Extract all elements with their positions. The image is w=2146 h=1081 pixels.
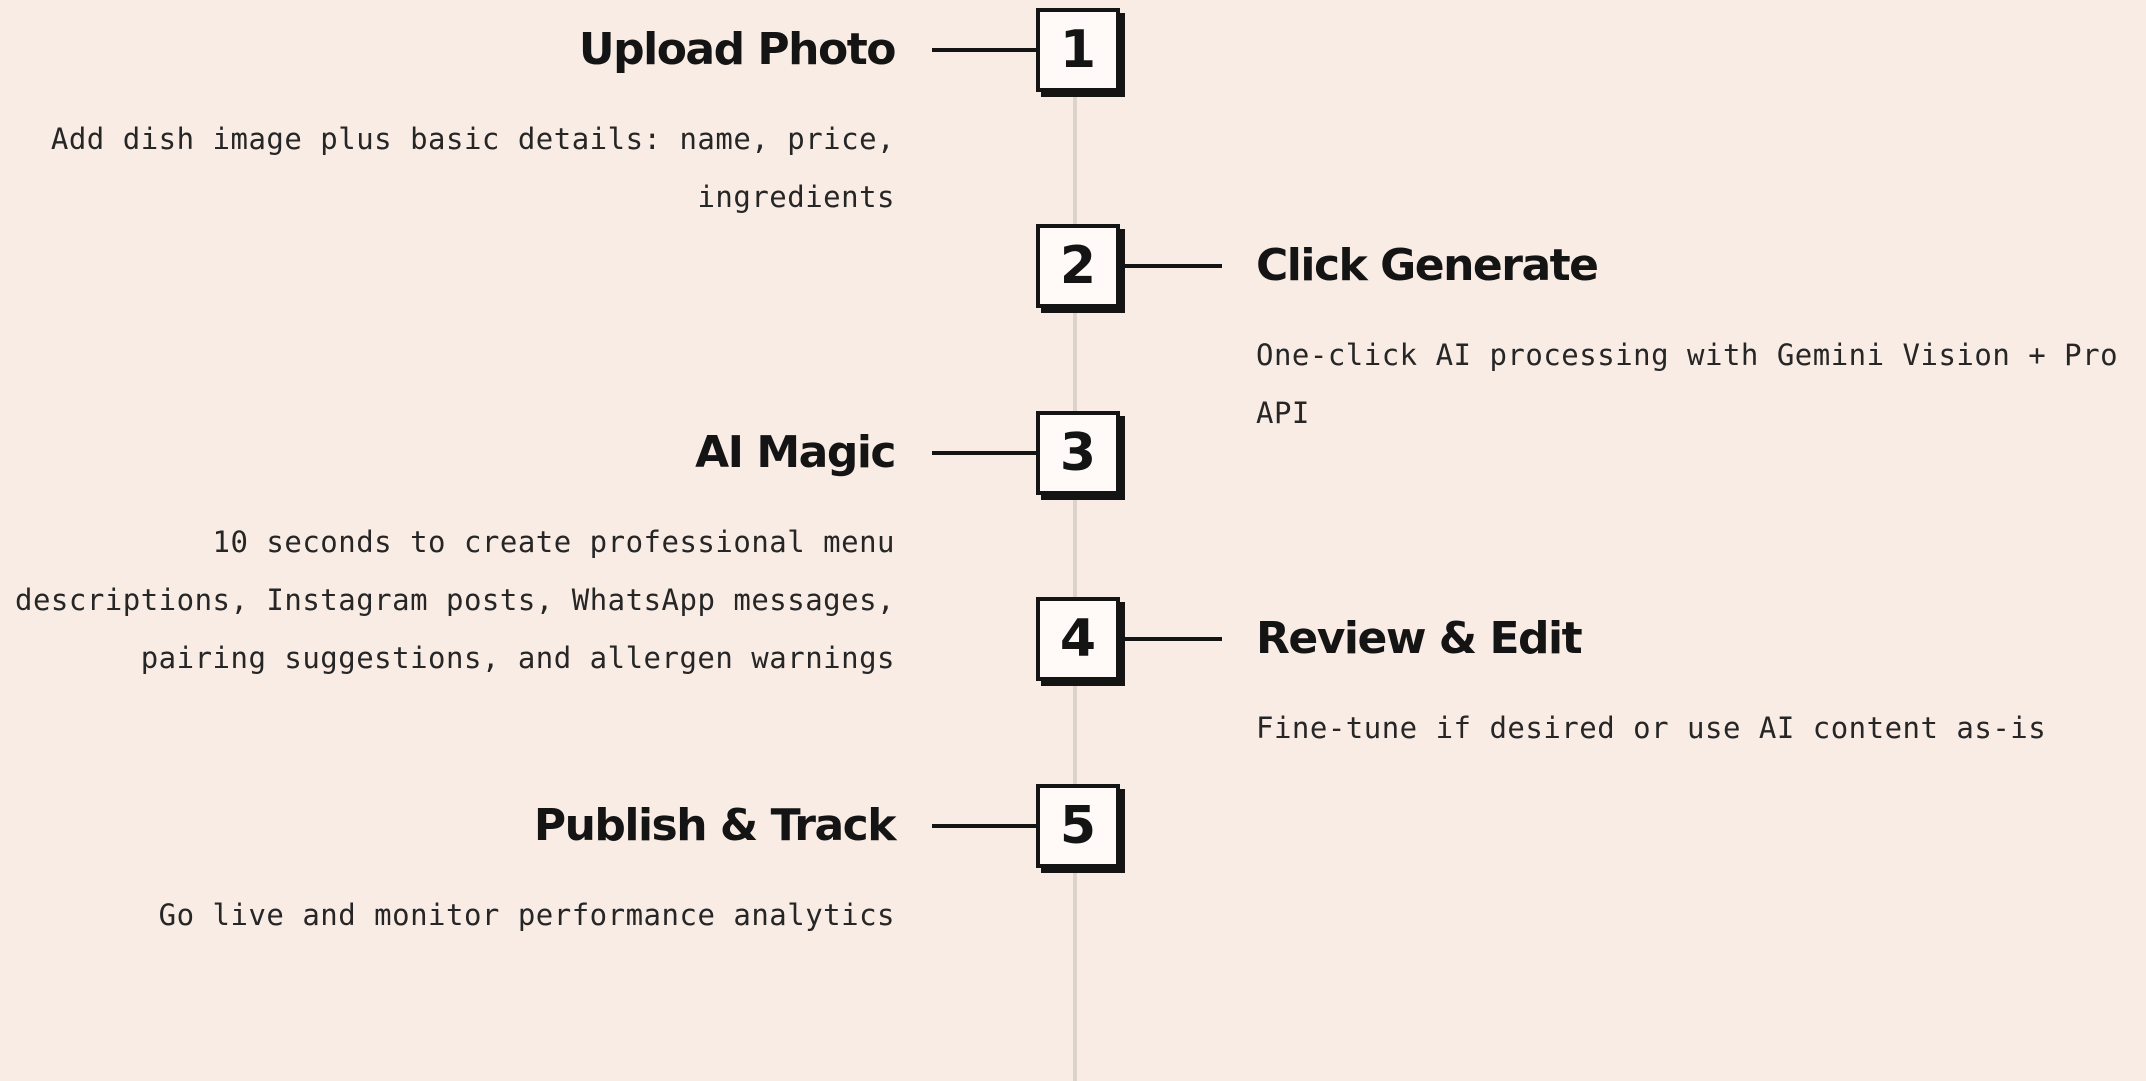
step-4-connector: [1112, 637, 1222, 641]
step-1-description: Add dish image plus basic details: name,…: [50, 122, 895, 214]
step-1-number-badge: 1: [1036, 8, 1120, 92]
step-4-number-badge: 4: [1036, 597, 1120, 681]
step-5-connector: [932, 824, 1040, 828]
step-2-description: One-click AI processing with Gemini Visi…: [1256, 338, 2119, 430]
timeline-spine: [1073, 60, 1077, 1081]
step-3-connector: [932, 451, 1040, 455]
step-5-description: Go live and monitor performance analytic…: [158, 898, 895, 932]
step-1-connector: [932, 48, 1040, 52]
step-2-title: Click Generate: [1256, 240, 1599, 291]
step-2-number-badge: 2: [1036, 224, 1120, 308]
step-3-description: 10 seconds to create professional menu d…: [14, 525, 895, 675]
step-1-title: Upload Photo: [578, 24, 897, 75]
step-4-description: Fine-tune if desired or use AI content a…: [1256, 711, 2047, 745]
step-2-connector: [1112, 264, 1222, 268]
step-5-title: Publish & Track: [533, 800, 897, 851]
step-4-title: Review & Edit: [1256, 613, 1583, 664]
step-5-number-badge: 5: [1036, 784, 1120, 868]
step-3-number-badge: 3: [1036, 411, 1120, 495]
step-3-title: AI Magic: [695, 427, 896, 478]
process-timeline: 1 Upload Photo Add dish image plus basic…: [0, 0, 2146, 1081]
